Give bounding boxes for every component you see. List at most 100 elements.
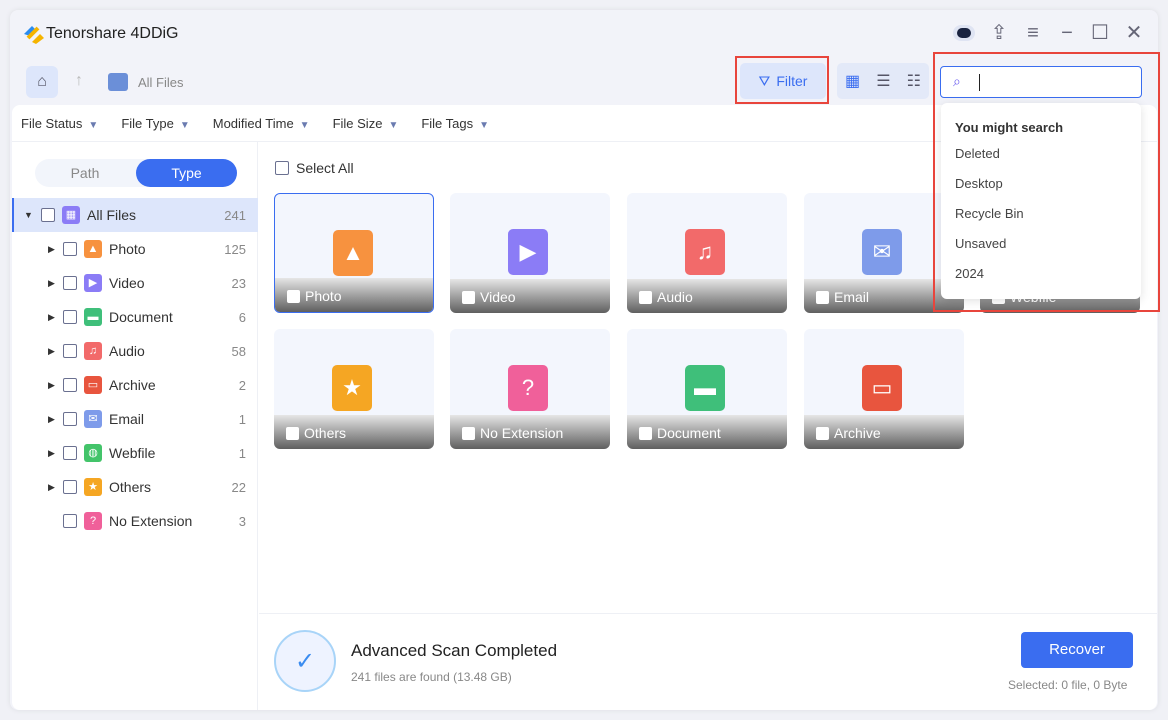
card-checkbox[interactable]: [286, 426, 299, 440]
sidebar-item[interactable]: ▼ ▦ All Files 241: [12, 198, 258, 232]
category-card[interactable]: ? No Extension: [450, 329, 610, 449]
category-card[interactable]: ▭ Archive: [804, 329, 964, 449]
select-all-checkbox[interactable]: Select All: [275, 160, 354, 176]
sidebar-item[interactable]: ▶ ▬ Document 6: [12, 300, 258, 334]
card-checkbox[interactable]: [287, 289, 300, 303]
breadcrumb[interactable]: All Files: [138, 75, 184, 90]
item-checkbox[interactable]: [63, 242, 77, 256]
sidebar-item-label: All Files: [87, 207, 137, 223]
expand-right-icon[interactable]: ▶: [48, 414, 55, 425]
star-icon: ★: [332, 365, 372, 411]
item-checkbox[interactable]: [63, 310, 77, 324]
card-checkbox[interactable]: [462, 290, 475, 304]
sidebar-item-count: 58: [231, 343, 246, 359]
item-checkbox[interactable]: [63, 514, 77, 528]
sidebar-item-label: Document: [109, 309, 173, 325]
expand-down-icon[interactable]: ▼: [24, 210, 33, 220]
expand-right-icon[interactable]: ▶: [48, 380, 55, 391]
highlight-search: [933, 52, 1160, 312]
photo-icon: ▲: [333, 230, 373, 276]
minimize-icon[interactable]: −: [1056, 22, 1078, 44]
card-label: Photo: [305, 288, 342, 304]
view-switcher: ▦ ☰ ☷: [837, 63, 929, 99]
sidebar-item[interactable]: ▶ ▲ Photo 125: [12, 232, 258, 266]
sidebar-item-count: 241: [224, 207, 246, 223]
close-icon[interactable]: ✕: [1123, 22, 1145, 44]
video-icon: ▶: [84, 274, 102, 292]
status-detail: 241 files are found (13.48 GB): [351, 670, 512, 684]
sidebar-item-count: 1: [238, 445, 246, 461]
tab-type[interactable]: Type: [136, 159, 237, 187]
archive-icon: ▭: [84, 376, 102, 394]
filter-modified-time[interactable]: Modified Time ▼: [213, 116, 310, 131]
category-card[interactable]: ♫ Audio: [627, 193, 787, 313]
filter-file-type[interactable]: File Type ▼: [121, 116, 189, 131]
filter-file-size[interactable]: File Size ▼: [333, 116, 399, 131]
menu-icon[interactable]: ≡: [1022, 22, 1044, 44]
email-icon: ✉: [84, 410, 102, 428]
sidebar-item[interactable]: ▶ ★ Others 22: [12, 470, 258, 504]
card-checkbox[interactable]: [816, 426, 829, 440]
expand-right-icon[interactable]: ▶: [48, 278, 55, 289]
category-card[interactable]: ▶ Video: [450, 193, 610, 313]
category-card[interactable]: ★ Others: [274, 329, 434, 449]
sidebar-item-label: Photo: [109, 241, 146, 257]
category-card[interactable]: ▲ Photo: [274, 193, 434, 313]
card-checkbox[interactable]: [462, 426, 475, 440]
sidebar-item[interactable]: ▶ ◍ Webfile 1: [12, 436, 258, 470]
card-label: Archive: [834, 425, 881, 441]
sidebar-item-count: 2: [238, 377, 246, 393]
expand-right-icon[interactable]: ▶: [48, 244, 55, 255]
card-checkbox[interactable]: [816, 290, 829, 304]
item-checkbox[interactable]: [63, 480, 77, 494]
item-checkbox[interactable]: [63, 344, 77, 358]
maximize-icon[interactable]: ☐: [1089, 22, 1111, 44]
sidebar-item-count: 3: [238, 513, 246, 529]
category-card[interactable]: ▬ Document: [627, 329, 787, 449]
expand-right-icon[interactable]: ▶: [48, 448, 55, 459]
selection-summary: Selected: 0 file, 0 Byte: [1008, 678, 1128, 692]
card-checkbox[interactable]: [639, 426, 652, 440]
sidebar-item[interactable]: ? No Extension 3: [12, 504, 258, 538]
tab-path[interactable]: Path: [35, 159, 135, 187]
sidebar-item-count: 125: [224, 241, 246, 257]
sidebar-item[interactable]: ▶ ▭ Archive 2: [12, 368, 258, 402]
question-icon: ?: [84, 512, 102, 530]
status-title: Advanced Scan Completed: [351, 641, 558, 660]
sidebar-item-label: Archive: [109, 377, 156, 393]
expand-right-icon[interactable]: ▶: [48, 312, 55, 323]
app-title: Tenorshare 4DDiG: [46, 25, 179, 42]
document-icon: ▬: [84, 308, 102, 326]
star-icon: ★: [84, 478, 102, 496]
home-button[interactable]: ⌂: [26, 66, 58, 98]
item-checkbox[interactable]: [63, 412, 77, 426]
document-icon: ▬: [685, 365, 725, 411]
sidebar-item-count: 23: [231, 275, 246, 291]
detail-view-icon[interactable]: ☰: [876, 71, 890, 91]
home-icon: ⌂: [37, 73, 47, 90]
sidebar-item[interactable]: ▶ ♫ Audio 58: [12, 334, 258, 368]
up-arrow-icon[interactable]: ↑: [75, 72, 83, 90]
item-checkbox[interactable]: [63, 378, 77, 392]
grid-view-icon[interactable]: ▦: [845, 71, 860, 91]
share-icon[interactable]: ⇪: [988, 22, 1010, 44]
item-checkbox[interactable]: [63, 276, 77, 290]
card-label: Email: [834, 289, 870, 305]
sidebar-item[interactable]: ▶ ✉ Email 1: [12, 402, 258, 436]
item-checkbox[interactable]: [41, 208, 55, 222]
sidebar-item[interactable]: ▶ ▶ Video 23: [12, 266, 258, 300]
ai-assistant-icon[interactable]: [953, 25, 975, 41]
filter-file-status[interactable]: File Status ▼: [21, 116, 98, 131]
expand-right-icon[interactable]: ▶: [48, 482, 55, 493]
item-checkbox[interactable]: [63, 446, 77, 460]
list-view-icon[interactable]: ☷: [907, 71, 921, 91]
sidebar-item-label: Webfile: [109, 445, 156, 461]
card-label: No Extension: [480, 425, 564, 441]
audio-icon: ♫: [685, 229, 725, 275]
recover-button[interactable]: Recover: [1021, 632, 1133, 668]
sidebar-item-count: 22: [231, 479, 246, 495]
sidebar-item-label: Others: [109, 479, 152, 495]
filter-file-tags[interactable]: File Tags ▼: [421, 116, 489, 131]
expand-right-icon[interactable]: ▶: [48, 346, 55, 357]
card-checkbox[interactable]: [639, 290, 652, 304]
